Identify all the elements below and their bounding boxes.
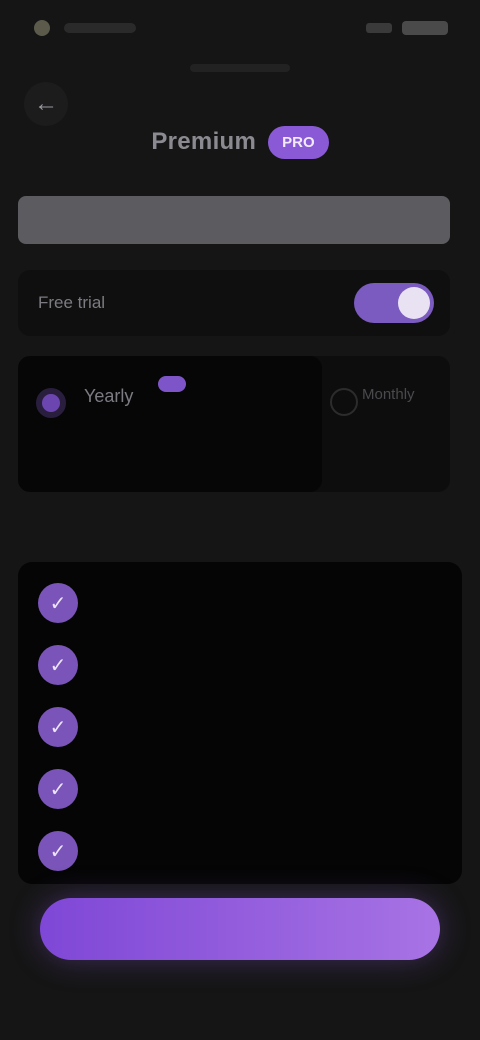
savings-badge (158, 376, 186, 392)
free-trial-label: Free trial (38, 293, 106, 312)
list-item: ✓ (18, 634, 462, 696)
check-icon: ✓ (38, 583, 78, 623)
footer (0, 984, 480, 1024)
list-item: ✓ (18, 696, 462, 758)
list-item: ✓ (18, 820, 462, 882)
plan-selector: Yearly Monthly (18, 356, 450, 492)
plan-monthly-name: Monthly (362, 386, 415, 403)
status-bar-right (366, 21, 448, 35)
plan-monthly[interactable]: Monthly (322, 356, 450, 492)
top-bar: ← Premium PRO (0, 56, 480, 159)
plan-yearly[interactable]: Yearly (18, 356, 322, 492)
arrow-left-icon: ← (34, 90, 58, 117)
signal-icon (366, 23, 392, 33)
check-icon: ✓ (38, 831, 78, 871)
check-icon: ✓ (38, 645, 78, 685)
toggle-knob (398, 287, 430, 319)
features-list: ✓ ✓ ✓ ✓ ✓ (18, 562, 462, 884)
top-hint (190, 64, 290, 72)
subtitle-banner (18, 196, 450, 244)
check-icon: ✓ (38, 707, 78, 747)
free-trial-toggle[interactable] (354, 283, 434, 323)
status-time (64, 23, 136, 33)
free-trial-row[interactable]: Free trial (18, 270, 450, 336)
pro-badge: PRO (268, 125, 329, 159)
check-icon: ✓ (38, 769, 78, 809)
status-bar-left (34, 20, 136, 36)
radio-selected-icon (36, 388, 66, 418)
list-item: ✓ (18, 758, 462, 820)
battery-icon (402, 21, 448, 35)
subscribe-button[interactable] (40, 898, 440, 960)
status-dot-icon (34, 20, 50, 36)
radio-unselected-icon (330, 388, 358, 416)
title-row: Premium PRO (0, 118, 480, 166)
plan-yearly-name: Yearly (84, 386, 134, 406)
status-bar (0, 0, 480, 56)
page-title: Premium (151, 128, 257, 155)
list-item: ✓ (18, 572, 462, 634)
